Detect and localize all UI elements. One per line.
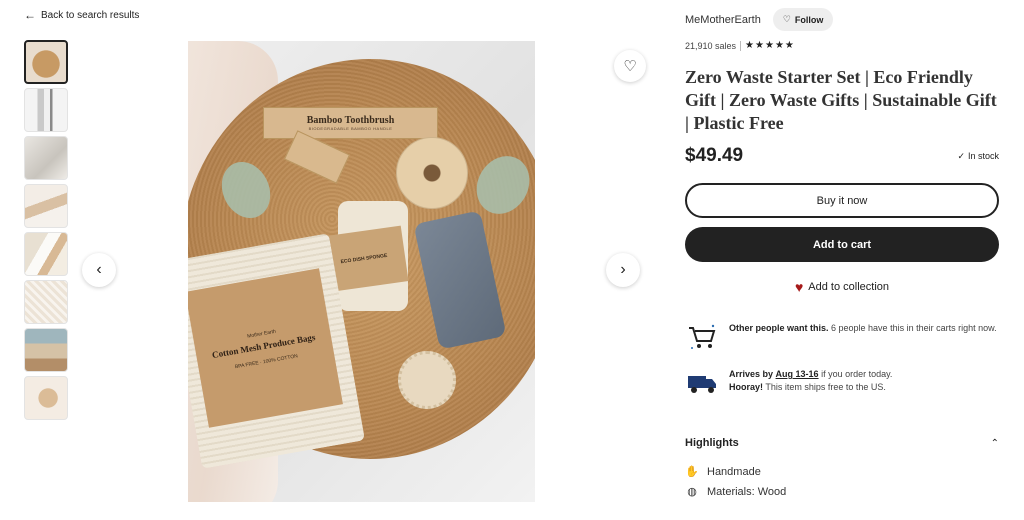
back-to-search-link[interactable]: ← Back to search results bbox=[24, 9, 139, 21]
hand-icon: ✋ bbox=[685, 466, 699, 478]
stock-status: ✓ In stock bbox=[957, 151, 999, 162]
arrival-date-link[interactable]: Aug 13-16 bbox=[776, 369, 819, 379]
divider bbox=[740, 40, 742, 51]
materials-icon: ◍ bbox=[687, 486, 697, 498]
arrow-left-icon: ← bbox=[24, 8, 36, 22]
shipping-notice: Arrives by Aug 13-16 if you order today.… bbox=[685, 368, 999, 398]
follow-label: Follow bbox=[794, 14, 824, 25]
heart-outline-icon: ♡ bbox=[782, 14, 791, 24]
back-link-label: Back to search results bbox=[41, 9, 140, 21]
thumbnail-strip bbox=[24, 40, 70, 424]
highlight-handmade: ✋ Handmade bbox=[685, 465, 761, 479]
heart-filled-icon: ♥ bbox=[794, 279, 804, 295]
demand-text: Other people want this. 6 people have th… bbox=[729, 322, 997, 352]
rating-stars[interactable]: ★★★★★ bbox=[745, 40, 795, 51]
shipping-detail: This item ships free to the US. bbox=[763, 382, 886, 392]
bamboo-lid bbox=[396, 137, 468, 209]
sales-count: 21,910 sales bbox=[685, 40, 737, 51]
thumbnail-5[interactable] bbox=[24, 232, 68, 276]
dish-brush bbox=[398, 351, 456, 409]
heart-outline-icon: ♡ bbox=[623, 58, 637, 75]
buy-it-now-button[interactable]: Buy it now bbox=[685, 183, 999, 218]
chevron-up-icon[interactable]: ⌃ bbox=[991, 438, 999, 449]
arrives-line: Arrives by Aug 13-16 if you order today. bbox=[729, 368, 892, 381]
stock-label: In stock bbox=[967, 151, 999, 161]
thumbnail-7[interactable] bbox=[24, 328, 68, 372]
product-price: $49.49 bbox=[685, 145, 744, 166]
product-title: Zero Waste Starter Set | Eco Friendly Gi… bbox=[685, 67, 997, 133]
shop-stats: 21,910 sales ★★★★★ bbox=[685, 40, 795, 51]
demand-bold: Other people want this. bbox=[729, 323, 829, 333]
arrives-bold: Arrives by bbox=[729, 369, 774, 379]
checkmark-icon: ✓ bbox=[957, 150, 965, 161]
demand-notice: Other people want this. 6 people have th… bbox=[685, 322, 999, 352]
follow-shop-button[interactable]: ♡ Follow bbox=[772, 8, 834, 31]
bag-label-brand: Mother Earth bbox=[246, 328, 277, 340]
thumbnail-2[interactable] bbox=[24, 88, 68, 132]
add-to-collection-label: Add to collection bbox=[808, 281, 890, 293]
shop-row: MeMotherEarth ♡ Follow bbox=[685, 8, 834, 31]
add-to-collection-button[interactable]: ♥ Add to collection bbox=[685, 279, 999, 295]
shopping-cart-icon bbox=[685, 322, 719, 352]
delivery-truck-icon bbox=[685, 368, 719, 398]
thumbnail-4[interactable] bbox=[24, 184, 68, 228]
toothbrush-box: Bamboo Toothbrush BIODEGRADABLE BAMBOO H… bbox=[263, 107, 438, 139]
main-product-photo: Bamboo Toothbrush BIODEGRADABLE BAMBOO H… bbox=[188, 41, 535, 502]
produce-bag-label: Mother Earth Cotton Mesh Produce Bags BP… bbox=[188, 268, 343, 428]
highlights-header[interactable]: Highlights ⌃ bbox=[685, 437, 999, 449]
highlight-label: Handmade bbox=[707, 465, 761, 478]
sponge-label-text: ECO DISH SPONGE bbox=[340, 252, 388, 266]
toothbrush-box-subtitle: BIODEGRADABLE BAMBOO HANDLE bbox=[308, 126, 393, 131]
chevron-right-icon: › bbox=[620, 261, 626, 278]
thumbnail-1[interactable] bbox=[24, 40, 68, 84]
shipping-bold: Hooray! bbox=[729, 382, 764, 392]
highlights-title: Highlights bbox=[685, 437, 739, 449]
previous-image-button[interactable]: ‹ bbox=[82, 253, 116, 287]
arrives-detail: if you order today. bbox=[818, 369, 893, 379]
shop-name-link[interactable]: MeMotherEarth bbox=[685, 14, 761, 26]
favorite-button[interactable]: ♡ bbox=[614, 50, 646, 82]
chevron-left-icon: ‹ bbox=[96, 261, 102, 278]
demand-detail: 6 people have this in their carts right … bbox=[828, 323, 997, 333]
bag-label-icons: BPA FREE · 100% COTTON bbox=[234, 353, 299, 371]
highlight-label: Materials: Wood bbox=[707, 485, 787, 498]
price-row: $49.49 ✓ In stock bbox=[685, 145, 999, 167]
next-image-button[interactable]: › bbox=[606, 253, 640, 287]
thumbnail-8[interactable] bbox=[24, 376, 68, 420]
shipping-text: Arrives by Aug 13-16 if you order today.… bbox=[729, 368, 892, 398]
toothbrush-box-title: Bamboo Toothbrush bbox=[306, 115, 395, 126]
highlight-materials: ◍ Materials: Wood bbox=[685, 485, 787, 499]
thumbnail-3[interactable] bbox=[24, 136, 68, 180]
thumbnail-6[interactable] bbox=[24, 280, 68, 324]
free-shipping-line: Hooray! This item ships free to the US. bbox=[729, 381, 892, 394]
add-to-cart-button[interactable]: Add to cart bbox=[685, 227, 999, 262]
